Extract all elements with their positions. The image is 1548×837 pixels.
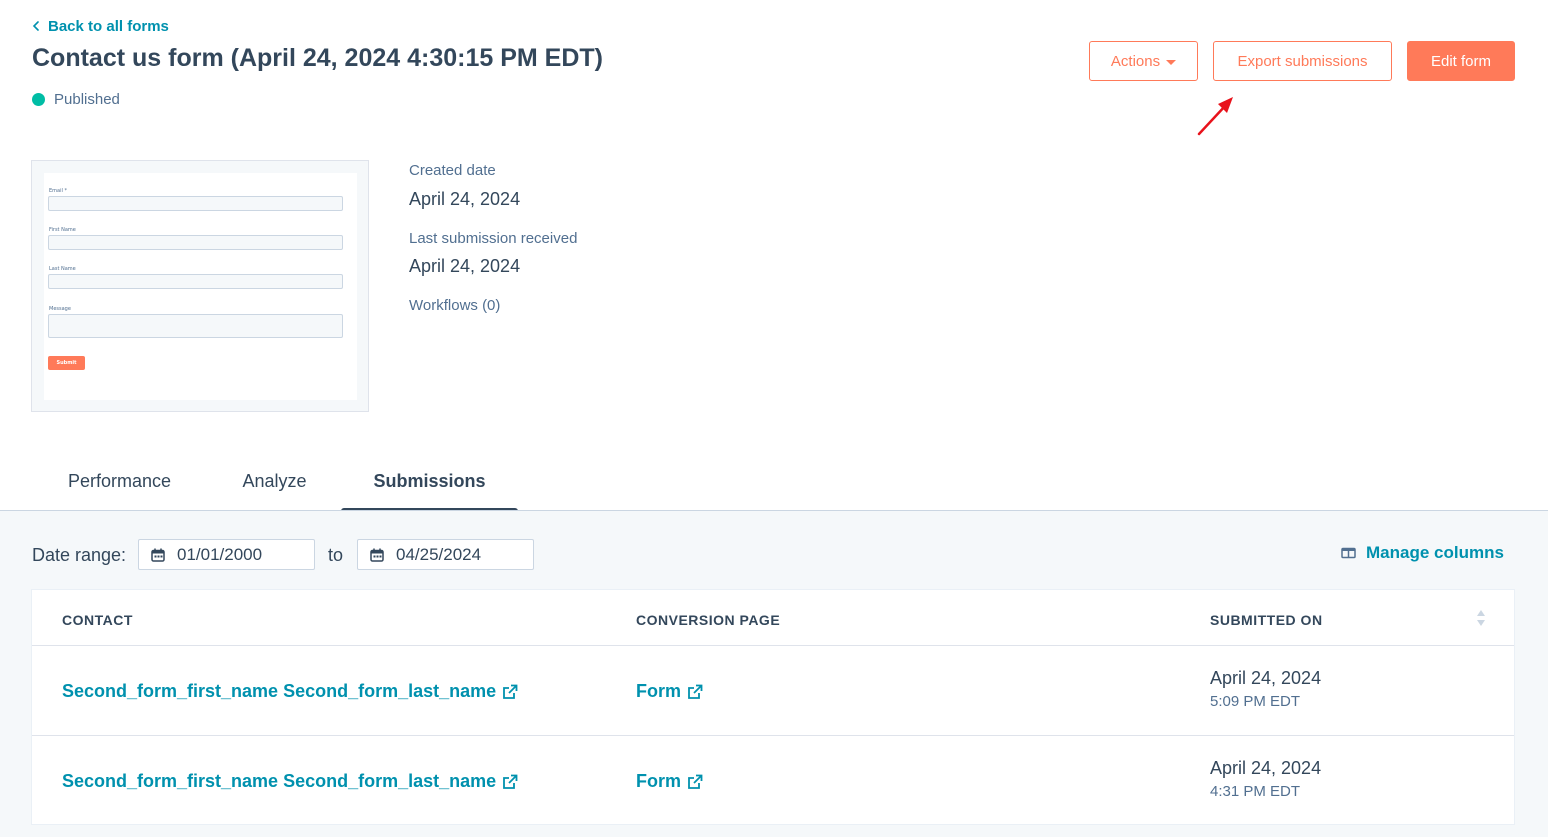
tab-performance[interactable]: Performance [31,458,208,510]
contact-name: Second_form_first_name Second_form_last_… [62,681,497,701]
preview-field-input [48,235,343,250]
submitted-time: 4:31 PM EDT [1210,783,1301,800]
preview-textarea [48,314,343,338]
calendar-icon [151,548,165,562]
page-title: Contact us form (April 24, 2024 4:30:15 … [32,44,603,72]
start-date-value: 01/01/2000 [177,544,263,564]
back-to-all-forms-link[interactable]: Back to all forms [32,16,169,36]
end-date-input[interactable]: 04/25/2024 [357,539,534,570]
table-row: Second_form_first_name Second_form_last_… [32,646,1514,736]
column-header-contact[interactable]: CONTACT [62,612,133,628]
start-date-input[interactable]: 01/01/2000 [138,539,315,570]
table-row: Second_form_first_name Second_form_last_… [32,736,1514,826]
annotation-arrow-icon [1197,97,1233,136]
last-submission-value: April 24, 2024 [409,256,521,276]
status-label: Published [54,91,120,108]
actions-dropdown-button[interactable]: Actions [1089,41,1198,81]
status-indicator: Published [32,91,120,108]
manage-columns-label: Manage columns [1366,543,1504,562]
conversion-page-name: Form [636,771,681,791]
submitted-date: April 24, 2024 [1210,668,1322,688]
conversion-page-link[interactable]: Form [636,771,703,792]
submissions-table: CONTACT CONVERSION PAGE SUBMITTED ON Sec… [31,589,1515,825]
submissions-panel: Date range: 01/01/2000 to 04/25/2024 Man… [0,510,1548,837]
column-header-submitted-on[interactable]: SUBMITTED ON [1210,612,1323,628]
contact-link[interactable]: Second_form_first_name Second_form_last_… [62,681,518,702]
date-range-label: Date range: [32,545,127,565]
manage-columns-button[interactable]: Manage columns [1341,543,1504,563]
contact-name: Second_form_first_name Second_form_last_… [62,771,497,791]
workflows-link[interactable]: Workflows (0) [409,297,500,314]
calendar-icon [370,548,384,562]
preview-field-label: First Name [49,227,76,233]
last-submission-label: Last submission received [409,230,578,247]
columns-icon [1341,547,1356,559]
created-date-label: Created date [409,162,496,179]
preview-field-label: Message [49,306,71,312]
preview-field-label: Email * [49,188,67,194]
external-link-icon [503,774,518,789]
preview-submit-button: Submit [48,356,85,370]
form-details-panel: Back to all forms Contact us form (April… [0,0,1548,514]
tab-analyze[interactable]: Analyze [208,458,341,510]
form-preview-canvas: Email * First Name Last Name Message Sub… [44,173,357,400]
submitted-time: 5:09 PM EDT [1210,693,1301,710]
form-preview-thumbnail[interactable]: Email * First Name Last Name Message Sub… [31,160,369,412]
column-header-conversion-page[interactable]: CONVERSION PAGE [636,612,780,628]
status-dot-icon [32,93,45,106]
caret-down-icon [1166,59,1177,65]
preview-field-label: Last Name [49,266,76,272]
chevron-left-icon [32,21,39,31]
preview-field-input [48,274,343,289]
form-tabs: Performance Analyze Submissions [31,458,518,514]
edit-form-button[interactable]: Edit form [1407,41,1515,81]
export-submissions-button[interactable]: Export submissions [1213,41,1392,81]
conversion-page-link[interactable]: Form [636,681,703,702]
submitted-date: April 24, 2024 [1210,758,1322,778]
end-date-value: 04/25/2024 [396,544,482,564]
preview-field-input [48,196,343,211]
external-link-icon [688,684,703,699]
conversion-page-name: Form [636,681,681,701]
external-link-icon [688,774,703,789]
date-range-to-label: to [328,545,344,565]
back-link-label: Back to all forms [48,17,169,35]
tab-submissions[interactable]: Submissions [341,458,518,514]
external-link-icon [503,684,518,699]
actions-button-label: Actions [1110,52,1161,70]
contact-link[interactable]: Second_form_first_name Second_form_last_… [62,771,518,792]
sort-icon[interactable] [1476,608,1486,628]
created-date-value: April 24, 2024 [409,189,521,209]
